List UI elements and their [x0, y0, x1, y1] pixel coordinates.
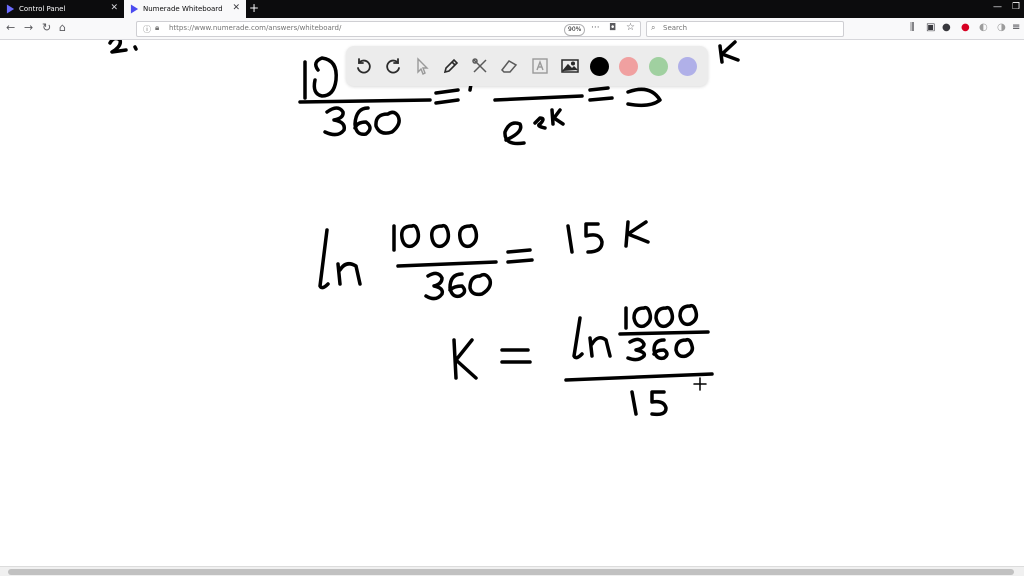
star-icon[interactable]: ☆	[626, 22, 635, 33]
play-icon	[6, 4, 15, 14]
tools-icon[interactable]	[468, 54, 492, 78]
minimize-icon[interactable]: —	[993, 2, 1002, 12]
eraser-icon[interactable]	[497, 54, 521, 78]
whiteboard-toolbar	[346, 46, 708, 86]
pointer-icon[interactable]	[410, 54, 434, 78]
navigation-bar: ← → ↻ ⌂ ⓘ 🔒︎ https://www.numerade.com/an…	[0, 18, 1024, 40]
tab-label: Numerade Whiteboard	[143, 5, 223, 13]
color-green-swatch[interactable]	[646, 54, 670, 78]
color-red-swatch[interactable]	[616, 54, 640, 78]
tab-numerade-whiteboard[interactable]: Numerade Whiteboard ✕	[124, 0, 246, 18]
close-icon[interactable]: ✕	[110, 3, 118, 13]
play-icon	[130, 4, 139, 14]
back-icon[interactable]: ←	[6, 22, 15, 34]
url-text: https://www.numerade.com/answers/whitebo…	[169, 24, 342, 32]
whiteboard-canvas[interactable]	[0, 40, 1024, 566]
zoom-level[interactable]: 90%	[564, 24, 586, 36]
search-placeholder: Search	[663, 24, 688, 32]
undo-icon[interactable]	[352, 54, 376, 78]
search-icon: ⌕	[651, 23, 656, 32]
address-bar[interactable]: ⓘ 🔒︎ https://www.numerade.com/answers/wh…	[136, 21, 641, 37]
tab-label: Control Panel	[19, 5, 66, 13]
reader-icon[interactable]: ▣	[926, 22, 935, 34]
color-black-swatch[interactable]	[587, 54, 611, 78]
image-icon[interactable]	[558, 54, 582, 78]
search-field[interactable]: ⌕ Search	[646, 21, 844, 37]
horizontal-scrollbar[interactable]	[0, 566, 1024, 576]
extension-icon[interactable]: ◑	[997, 22, 1006, 34]
handwritten-math	[108, 40, 740, 417]
new-tab-icon[interactable]: +	[249, 1, 259, 15]
record-icon[interactable]: ●	[961, 22, 970, 34]
text-icon[interactable]	[528, 54, 552, 78]
restore-icon[interactable]: ❐	[1012, 2, 1020, 12]
close-icon[interactable]: ✕	[232, 3, 240, 13]
scrollbar-thumb[interactable]	[8, 569, 1014, 575]
tab-control-panel[interactable]: Control Panel ✕	[0, 0, 124, 18]
forward-icon[interactable]: →	[24, 22, 33, 34]
reload-icon[interactable]: ↻	[42, 22, 51, 34]
library-icon[interactable]: ⫼	[910, 22, 915, 34]
home-icon[interactable]: ⌂	[59, 22, 66, 34]
extension-icon[interactable]: ◐	[979, 22, 988, 34]
pen-icon[interactable]	[439, 54, 463, 78]
more-icon[interactable]: ···	[591, 23, 600, 33]
pocket-icon[interactable]: ◘	[609, 23, 616, 33]
lock-icon: 🔒︎	[155, 23, 160, 32]
redo-icon[interactable]	[381, 54, 405, 78]
menu-icon[interactable]: ≡	[1012, 22, 1020, 34]
info-icon[interactable]: ⓘ	[143, 24, 151, 35]
account-icon[interactable]: ●	[942, 22, 951, 34]
tab-strip: Control Panel ✕ Numerade Whiteboard ✕ + …	[0, 0, 1024, 18]
color-purple-swatch[interactable]	[675, 54, 699, 78]
